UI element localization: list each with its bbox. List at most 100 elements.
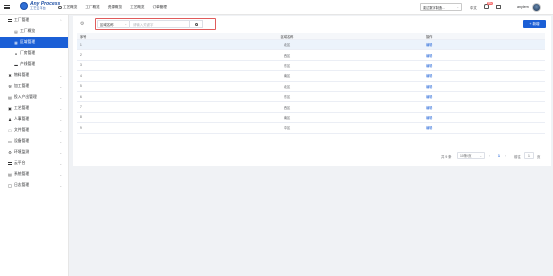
process-icon: ▣ [8, 106, 12, 111]
sidebar-group-label: 投入产出管理 [14, 95, 37, 99]
brand-logo-icon [20, 2, 28, 10]
sidebar-group-process[interactable]: ▣ 工艺管理 ⌄ [0, 103, 68, 114]
pagination: 共 9 条 10条/页 ⌄ ‹ 1 › 前往 1 页 [73, 152, 551, 161]
sidebar-group-system[interactable]: ▤ 系统管理 ⌄ [0, 169, 68, 180]
edit-link[interactable]: 编辑 [426, 74, 432, 78]
message-icon[interactable] [496, 5, 501, 9]
edit-link[interactable]: 编辑 [426, 95, 432, 99]
brand[interactable]: Any Process 工艺云平台 [20, 2, 60, 10]
nav-order-management[interactable]: 订单管理 [153, 5, 167, 10]
goto-page-value: 1 [528, 153, 530, 158]
nav-process-overview[interactable]: 工艺概览 [58, 5, 77, 10]
chevron-down-icon: ⌄ [59, 95, 62, 100]
table-body: 1 北区 编辑 2 西区 编辑 3 东区 编辑 4 南区 编辑 5 北区 编辑 6 东区 编辑 7 西区 编辑 8 南区 编辑… [77, 40, 545, 134]
search-field-value: 区域名称 [100, 22, 114, 27]
production-line-icon: ▬ [14, 62, 18, 67]
avatar[interactable] [532, 2, 541, 12]
monitor-icon: ▭ [8, 139, 12, 144]
sidebar: 工厂管理 ⌃ ▤ 工厂概览 ▦ 区域管理 ⊎ 厂房管理 ▬ 产线管理 ✖ 物料管… [0, 15, 69, 276]
chevron-down-icon: ⌄ [59, 161, 62, 166]
table-row[interactable]: 7 西区 编辑 [77, 102, 545, 113]
cell-area-name: 中区 [283, 126, 291, 131]
username[interactable]: anylern [517, 5, 529, 9]
search-input[interactable]: 请输入关键字 [130, 20, 190, 28]
chevron-up-icon: ⌃ [59, 18, 62, 23]
sidebar-group-input-output[interactable]: ▤ 投入产出管理 ⌄ [0, 92, 68, 103]
edit-link[interactable]: 编辑 [426, 116, 432, 120]
language-switch[interactable]: 中文 [470, 5, 477, 10]
settings-icon[interactable]: ⚙ [80, 21, 84, 27]
grid-icon [8, 161, 12, 166]
add-button[interactable]: + 新增 [523, 20, 546, 28]
prev-page-button[interactable]: ‹ [489, 154, 490, 158]
table-row[interactable]: 3 东区 编辑 [77, 61, 545, 72]
goto-label: 前往 [514, 155, 521, 159]
edit-link[interactable]: 编辑 [426, 85, 432, 89]
sidebar-group-logs[interactable]: ◯ 日志管理 ⌄ [0, 180, 68, 191]
chevron-down-icon: ⌄ [59, 183, 62, 188]
edit-link[interactable]: 编辑 [426, 126, 432, 130]
sidebar-group-factory[interactable]: 工厂管理 ⌃ [0, 15, 68, 26]
sidebar-group-label: 工厂管理 [14, 18, 30, 22]
sidebar-item-label: 产线管理 [20, 62, 36, 66]
building-icon: ▤ [14, 29, 18, 34]
cell-index: 9 [80, 125, 82, 130]
sidebar-item-line-management[interactable]: ▬ 产线管理 [0, 59, 68, 70]
nav-label: 资源概览 [107, 5, 123, 9]
nav-process-overview-2[interactable]: 工艺概览 [130, 5, 144, 10]
chevron-down-icon: ⌄ [59, 150, 62, 155]
bell-icon[interactable] [484, 4, 489, 9]
table-row[interactable]: 6 东区 编辑 [77, 92, 545, 103]
cross-icon: ✖ [8, 73, 12, 78]
sidebar-group-processing[interactable]: ⚒ 加工管理 ⌄ [0, 81, 68, 92]
cell-actions: 编辑 [422, 84, 545, 89]
table-row[interactable]: 1 北区 编辑 [77, 40, 545, 51]
cell-index: 1 [80, 42, 82, 47]
sidebar-group-equipment[interactable]: ▭ 设备管理 ⌄ [0, 136, 68, 147]
sidebar-item-area-management[interactable]: ▦ 区域管理 [0, 37, 68, 48]
pagination-total: 共 9 条 [441, 155, 452, 159]
sidebar-group-label: 环境监测 [14, 150, 30, 154]
sidebar-group-label: 加工管理 [14, 84, 30, 88]
sidebar-item-factory-overview[interactable]: ▤ 工厂概览 [0, 26, 68, 37]
factory-select[interactable]: 麦达数字制造... ⌄ [420, 3, 462, 11]
sidebar-group-files[interactable]: □ 文件管理 ⌄ [0, 125, 68, 136]
cell-actions: 编辑 [422, 42, 545, 47]
nav-label: 工艺概览 [63, 5, 78, 9]
chevron-down-icon: ⌄ [124, 22, 127, 26]
table-row[interactable]: 2 西区 编辑 [77, 50, 545, 61]
table-row[interactable]: 9 中区 编辑 [77, 123, 545, 134]
cell-area-name: 北区 [283, 43, 291, 48]
nav-resource-overview[interactable]: 资源概览 [108, 5, 122, 10]
edit-link[interactable]: 编辑 [426, 64, 432, 68]
search-field-select[interactable]: 区域名称 ⌄ [97, 20, 130, 28]
grid-icon [8, 18, 12, 23]
table-row[interactable]: 4 南区 编辑 [77, 71, 545, 82]
menu-toggle-icon[interactable] [0, 0, 14, 15]
table-row[interactable]: 5 北区 编辑 [77, 82, 545, 92]
sidebar-group-cloud[interactable]: 云平台 ⌄ [0, 158, 68, 169]
sidebar-group-personnel[interactable]: ♟ 人事管理 ⌄ [0, 114, 68, 125]
table-row[interactable]: 8 南区 编辑 [77, 113, 545, 124]
sidebar-group-material[interactable]: ✖ 物料管理 ⌄ [0, 70, 68, 81]
sidebar-item-plant-management[interactable]: ⊎ 厂房管理 [0, 48, 68, 59]
nav-label: 订单管理 [152, 5, 167, 9]
search-button[interactable] [190, 20, 203, 28]
sidebar-item-label: 工厂概览 [20, 29, 36, 33]
cell-index: 3 [80, 63, 82, 68]
cell-area-name: 东区 [283, 63, 291, 68]
goto-page-input[interactable]: 1 [524, 152, 534, 159]
next-page-button[interactable]: › [505, 154, 506, 158]
current-page[interactable]: 1 [498, 154, 500, 158]
chevron-down-icon: ⌄ [59, 117, 62, 122]
edit-link[interactable]: 编辑 [426, 106, 432, 110]
cell-area-name: 东区 [283, 95, 291, 100]
cell-index: 6 [80, 94, 82, 99]
nav-factory-overview[interactable]: 工厂概览 [85, 5, 99, 10]
cell-actions: 编辑 [422, 94, 545, 99]
chevron-down-icon: ⌄ [59, 84, 62, 89]
page-size-select[interactable]: 10条/页 ⌄ [457, 152, 485, 159]
edit-link[interactable]: 编辑 [426, 54, 432, 58]
edit-link[interactable]: 编辑 [426, 43, 432, 47]
sidebar-group-environment[interactable]: ⚙ 环境监测 ⌄ [0, 147, 68, 158]
